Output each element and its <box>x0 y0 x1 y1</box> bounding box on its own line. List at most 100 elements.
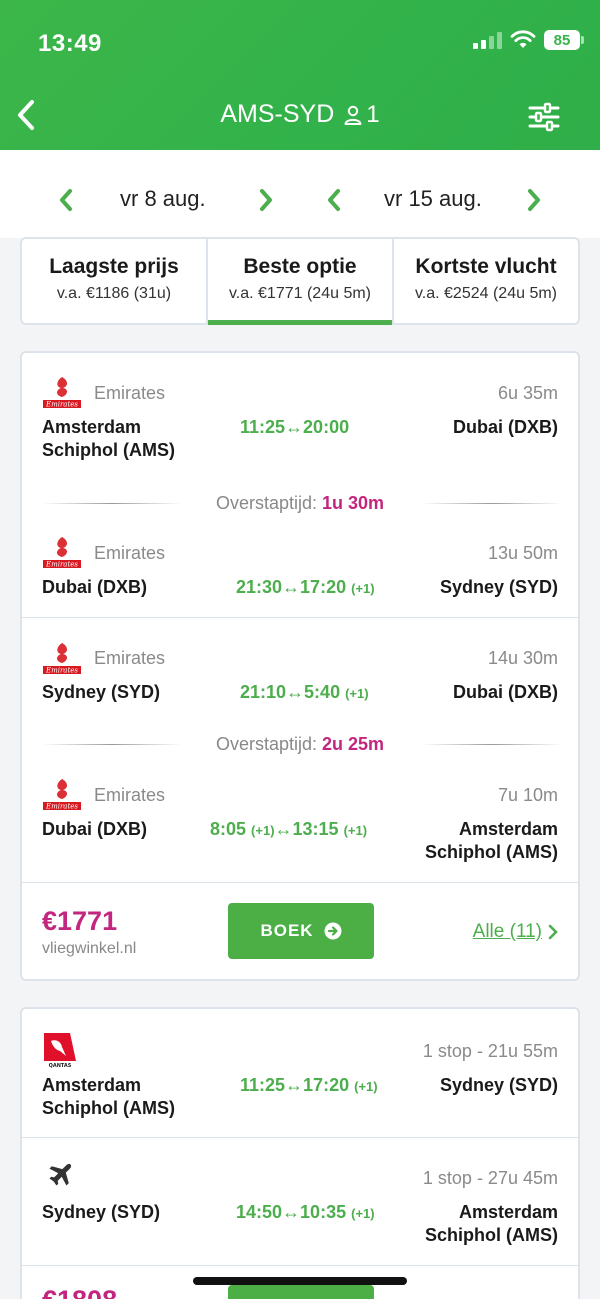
tab-title: Kortste vlucht <box>415 255 557 278</box>
svg-text:Emirates: Emirates <box>45 667 78 675</box>
book-button[interactable] <box>228 1285 374 1299</box>
arrow-icon: ↔ <box>285 417 304 437</box>
arrival-city: Dubai (DXB) <box>453 417 558 437</box>
departure-time: 11:25 <box>240 1075 286 1095</box>
departure-time: 21:10 <box>240 682 287 702</box>
segment-duration: 14u 30m <box>487 648 558 668</box>
departure-city: Sydney (SYD) <box>42 682 161 702</box>
divider <box>22 1137 578 1138</box>
departure-time: 8:05 <box>210 819 247 839</box>
arrival-city: Sydney (SYD) <box>439 577 558 597</box>
flight-result-card[interactable]: QANTAS 1 stop - 21u 55m Amsterdam Schiph… <box>20 1007 580 1299</box>
route-code: AMS-SYD <box>220 100 335 128</box>
all-options-link[interactable]: Alle (11) <box>473 921 558 943</box>
city-line: Schiphol (AMS) <box>425 1225 558 1245</box>
arrow-icon: ↔ <box>274 819 293 839</box>
segment-duration: 7u 10m <box>497 785 558 805</box>
segment-times: 11:25↔17:20 (+1) <box>240 1075 378 1096</box>
arrival-city: Amsterdam Schiphol (AMS) <box>425 818 558 864</box>
day-offset: (+1) <box>351 1206 375 1221</box>
departure-time: 14:50 <box>236 1202 283 1222</box>
city-line: Amsterdam <box>42 1075 142 1095</box>
outbound-prev-chevron-icon[interactable] <box>56 186 76 214</box>
status-icons: 85 <box>473 30 584 50</box>
airline-name: Emirates <box>94 543 166 563</box>
airplane-icon <box>49 1163 72 1186</box>
arrow-circle-right-icon <box>324 922 342 940</box>
status-time: 13:49 <box>38 30 102 57</box>
segment-times: 8:05 (+1)↔13:15 (+1) <box>210 819 367 840</box>
transfer-label: Overstaptijd: <box>215 493 317 513</box>
svg-text:QANTAS: QANTAS <box>49 1063 72 1069</box>
outbound-date[interactable]: vr 8 aug. <box>120 186 206 212</box>
tab-subtitle: v.a. €1186 (31u) <box>56 285 172 302</box>
price: €1808 <box>42 1285 117 1299</box>
segment-times: 14:50↔10:35 (+1) <box>236 1202 375 1223</box>
arrival-time: 20:00 <box>303 417 350 437</box>
passenger-number: 1 <box>366 100 380 128</box>
all-options-label: Alle (11) <box>472 921 542 942</box>
divider <box>422 503 562 504</box>
svg-text:Emirates: Emirates <box>45 561 78 569</box>
arrival-time: 13:15 <box>292 819 339 839</box>
book-label: BOEK <box>260 921 314 940</box>
outbound-next-chevron-icon[interactable] <box>256 186 276 214</box>
home-indicator[interactable] <box>193 1277 407 1285</box>
transfer-value: 2u 25m <box>322 734 385 754</box>
arrival-time: 17:20 <box>303 1075 350 1095</box>
arrow-icon: ↔ <box>282 577 301 597</box>
airline-name: Emirates <box>94 383 166 403</box>
divider <box>22 882 578 883</box>
tab-title: Beste optie <box>243 255 357 278</box>
segment-duration: 1 stop - 21u 55m <box>422 1041 558 1061</box>
departure-city: Sydney (SYD) <box>42 1202 161 1222</box>
city-line: Amsterdam <box>458 819 558 839</box>
wifi-icon <box>510 30 536 48</box>
divider <box>22 1265 578 1266</box>
city-line: Schiphol (AMS) <box>425 842 558 862</box>
price: €1771 <box>42 906 118 936</box>
tab-subtitle: v.a. €2524 (24u 5m) <box>414 285 557 302</box>
segment-times: 21:10↔5:40 (+1) <box>240 682 369 703</box>
tab-lowest-price[interactable]: Laagste prijs v.a. €1186 (31u) <box>22 239 206 323</box>
emirates-logo-icon: Emirates <box>43 537 81 569</box>
airline-name: Emirates <box>94 785 166 805</box>
tab-title: Laagste prijs <box>49 255 179 278</box>
flight-result-card[interactable]: Emirates Emirates 6u 35m Amsterdam Schip… <box>20 351 580 981</box>
return-next-chevron-icon[interactable] <box>524 186 544 214</box>
departure-time: 21:30 <box>236 577 283 597</box>
day-offset: (+1) <box>343 823 368 838</box>
segment-duration: 1 stop - 27u 45m <box>422 1168 558 1188</box>
emirates-logo-icon: Emirates <box>43 643 81 675</box>
segment-duration: 13u 50m <box>487 543 558 563</box>
route-title[interactable]: AMS-SYD 1 <box>0 100 600 129</box>
emirates-logo-icon: Emirates <box>43 779 81 811</box>
departure-time: 11:25 <box>240 417 286 437</box>
day-offset: (+1) <box>351 581 375 596</box>
day-offset: (+1) <box>354 1079 378 1094</box>
segment-duration: 6u 35m <box>497 383 558 403</box>
book-button[interactable]: BOEK <box>228 903 374 959</box>
arrival-time: 5:40 <box>304 682 341 702</box>
tab-shortest-flight[interactable]: Kortste vlucht v.a. €2524 (24u 5m) <box>392 239 578 323</box>
tab-subtitle: v.a. €1771 (24u 5m) <box>228 285 371 302</box>
departure-city: Amsterdam Schiphol (AMS) <box>42 416 175 462</box>
divider <box>22 617 578 618</box>
return-prev-chevron-icon[interactable] <box>324 186 344 214</box>
transfer-value: 1u 30m <box>322 493 385 513</box>
day-offset: (+1) <box>251 823 275 838</box>
passenger-count[interactable]: 1 <box>344 100 380 129</box>
city-line: Amsterdam <box>458 1202 558 1222</box>
filter-sliders-icon[interactable] <box>528 101 560 133</box>
segment-times: 11:25↔20:00 <box>240 417 349 438</box>
departure-city: Amsterdam Schiphol (AMS) <box>42 1074 175 1120</box>
tab-best-option[interactable]: Beste optie v.a. €1771 (24u 5m) <box>206 239 392 325</box>
vendor-name: vliegwinkel.nl <box>42 940 137 957</box>
arrival-city: Amsterdam Schiphol (AMS) <box>425 1201 558 1247</box>
return-date[interactable]: vr 15 aug. <box>384 186 482 212</box>
city-line: Schiphol (AMS) <box>42 1098 175 1118</box>
arrival-time: 10:35 <box>300 1202 347 1222</box>
arrow-icon: ↔ <box>286 682 305 702</box>
date-navigator <box>0 150 600 238</box>
departure-city: Dubai (DXB) <box>42 577 147 597</box>
